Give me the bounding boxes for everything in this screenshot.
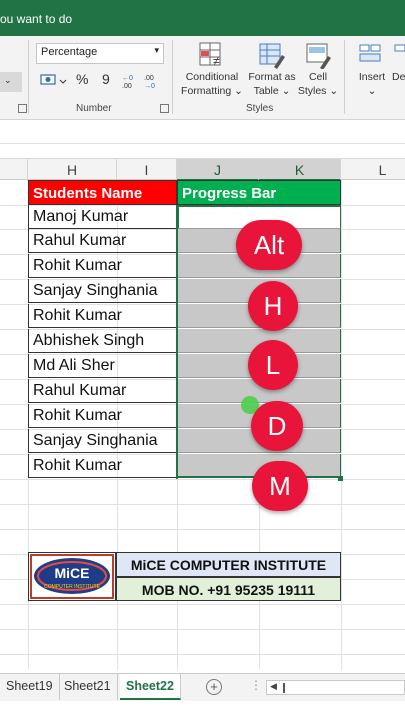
shortcut-key-m: M	[252, 461, 308, 511]
font-dialog-launcher[interactable]	[18, 104, 27, 113]
column-header-l[interactable]: L	[341, 159, 405, 181]
currency-icon	[40, 74, 67, 85]
chevron-down-icon: ▾	[154, 45, 159, 55]
decrease-decimal-icon: .00 →0	[144, 75, 155, 90]
shortcut-key-alt: Alt	[236, 220, 302, 270]
logo-text: MiCE	[55, 565, 90, 581]
svg-text:.00: .00	[122, 83, 132, 90]
sheet-tab-sheet22[interactable]: Sheet22	[120, 674, 181, 700]
student-name-cell[interactable]: Rahul Kumar	[28, 379, 177, 403]
number-format-value: Percentage	[41, 46, 98, 58]
format-as-table-icon	[258, 41, 286, 69]
comma-style-button[interactable]: 9	[102, 71, 118, 91]
shortcut-key-d: D	[251, 401, 303, 451]
percent-style-button[interactable]: %	[76, 71, 92, 91]
plus-icon: +	[210, 679, 218, 694]
student-name-cell[interactable]: Rohit Kumar	[28, 404, 177, 428]
cell-styles-label: Cell	[308, 71, 328, 83]
student-name-cell[interactable]: Md Ali Sher	[28, 354, 177, 378]
format-as-table-label: Format as	[248, 71, 296, 83]
shortcut-key-l: L	[248, 340, 298, 390]
chevron-down-icon: ⌄	[329, 85, 339, 97]
cell-styles-label-2: Styles	[297, 85, 327, 97]
font-size-combo[interactable]: ⌄	[0, 72, 22, 92]
scrollbar-thumb[interactable]	[283, 683, 285, 693]
insert-button[interactable]: Insert ⌄	[352, 70, 392, 98]
chevron-down-icon: ⌄	[281, 85, 291, 97]
chevron-down-icon: ⌄	[234, 85, 243, 97]
sheet-options-icon: ⋮	[250, 678, 262, 692]
cell-styles-icon	[305, 41, 333, 70]
conditional-formatting-button[interactable]: Conditional Formatting ⌄	[178, 70, 246, 98]
sheet-tab-sheet21[interactable]: Sheet21	[58, 674, 118, 700]
format-as-table-button[interactable]: Format as Table ⌄	[244, 70, 300, 98]
conditional-formatting-label: Conditional	[185, 71, 239, 83]
percent-icon: %	[76, 71, 89, 87]
column-header-i[interactable]: I	[117, 159, 177, 181]
institute-logo: MiCE COMPUTER INSTITUTE	[28, 552, 116, 601]
logo-subtext: COMPUTER INSTITUTE	[44, 584, 100, 590]
conditional-formatting-label-2: Formatting	[181, 85, 232, 97]
institute-mobile-cell[interactable]: MOB NO. +91 95235 19111	[116, 577, 341, 601]
number-dialog-launcher[interactable]	[160, 104, 169, 113]
svg-text:→0: →0	[144, 83, 155, 90]
status-bar	[0, 701, 405, 720]
column-header-h[interactable]: H	[28, 159, 117, 181]
conditional-formatting-icon: ≠	[198, 41, 226, 69]
new-sheet-button[interactable]: +	[206, 679, 222, 695]
decrease-decimal-button[interactable]: .00 →0	[144, 72, 164, 90]
student-name-cell[interactable]: Rohit Kumar	[28, 454, 177, 478]
sheet-tab-bar: Sheet19 Sheet21 Sheet22 + ⋮ ◀	[0, 673, 405, 701]
selection-left-border	[176, 205, 178, 479]
title-bar: ou want to do	[0, 0, 405, 36]
column-header-k[interactable]: K	[259, 159, 341, 181]
number-group-label: Number	[76, 103, 112, 114]
sheet-tab-sheet19[interactable]: Sheet19	[0, 674, 60, 700]
insert-cells-icon	[358, 42, 384, 68]
scroll-left-icon[interactable]: ◀	[270, 681, 277, 692]
shortcut-key-h: H	[248, 281, 298, 331]
svg-text:←0: ←0	[122, 75, 133, 82]
horizontal-scrollbar[interactable]: ◀	[266, 680, 405, 695]
increase-decimal-button[interactable]: ←0 .00	[122, 72, 142, 90]
svg-text:≠: ≠	[213, 54, 220, 68]
student-name-cell[interactable]: Sanjay Singhania	[28, 429, 177, 453]
student-name-cell[interactable]: Rohit Kumar	[28, 304, 177, 328]
delete-label: De	[392, 71, 405, 83]
student-name-cell[interactable]: Rahul Kumar	[28, 229, 177, 253]
students-name-header[interactable]: Students Name	[28, 180, 177, 205]
insert-label: Insert	[358, 71, 386, 83]
delete-cells-icon	[394, 42, 405, 68]
chevron-down-icon: ⌄	[4, 75, 12, 85]
increase-decimal-icon: ←0 .00	[122, 75, 133, 90]
number-format-select[interactable]: Percentage ▾	[36, 43, 164, 64]
accounting-format-button[interactable]	[40, 72, 70, 90]
select-all-corner[interactable]	[0, 159, 28, 181]
comma-icon: 9	[102, 71, 110, 87]
styles-group-label: Styles	[246, 103, 274, 114]
chevron-down-icon: ⌄	[367, 85, 377, 97]
ribbon: ⌄ Percentage ▾ % 9 ←0 .00 .00 →0 Number	[0, 36, 405, 120]
column-header-j[interactable]: J	[177, 159, 259, 181]
formula-bar-area	[0, 120, 405, 144]
student-name-cell[interactable]: Manoj Kumar	[28, 205, 177, 229]
student-name-cell[interactable]: Abhishek Singh	[28, 329, 177, 353]
cell-styles-button[interactable]: Cell Styles ⌄	[296, 70, 340, 98]
student-name-cell[interactable]: Sanjay Singhania	[28, 279, 177, 303]
tell-me-search[interactable]: ou want to do	[0, 12, 72, 26]
fill-handle[interactable]	[338, 476, 343, 481]
format-as-table-label-2: Table	[253, 85, 279, 97]
worksheet-grid[interactable]: Students Name Progress Bar Manoj Kumar R…	[0, 180, 405, 670]
svg-text:.00: .00	[144, 75, 154, 82]
column-header-row: H I J K L	[0, 158, 405, 181]
student-name-cell[interactable]: Rohit Kumar	[28, 254, 177, 278]
delete-button[interactable]: De	[392, 70, 405, 84]
institute-name-cell[interactable]: MiCE COMPUTER INSTITUTE	[116, 552, 341, 577]
progress-bar-header[interactable]: Progress Bar	[177, 180, 341, 205]
